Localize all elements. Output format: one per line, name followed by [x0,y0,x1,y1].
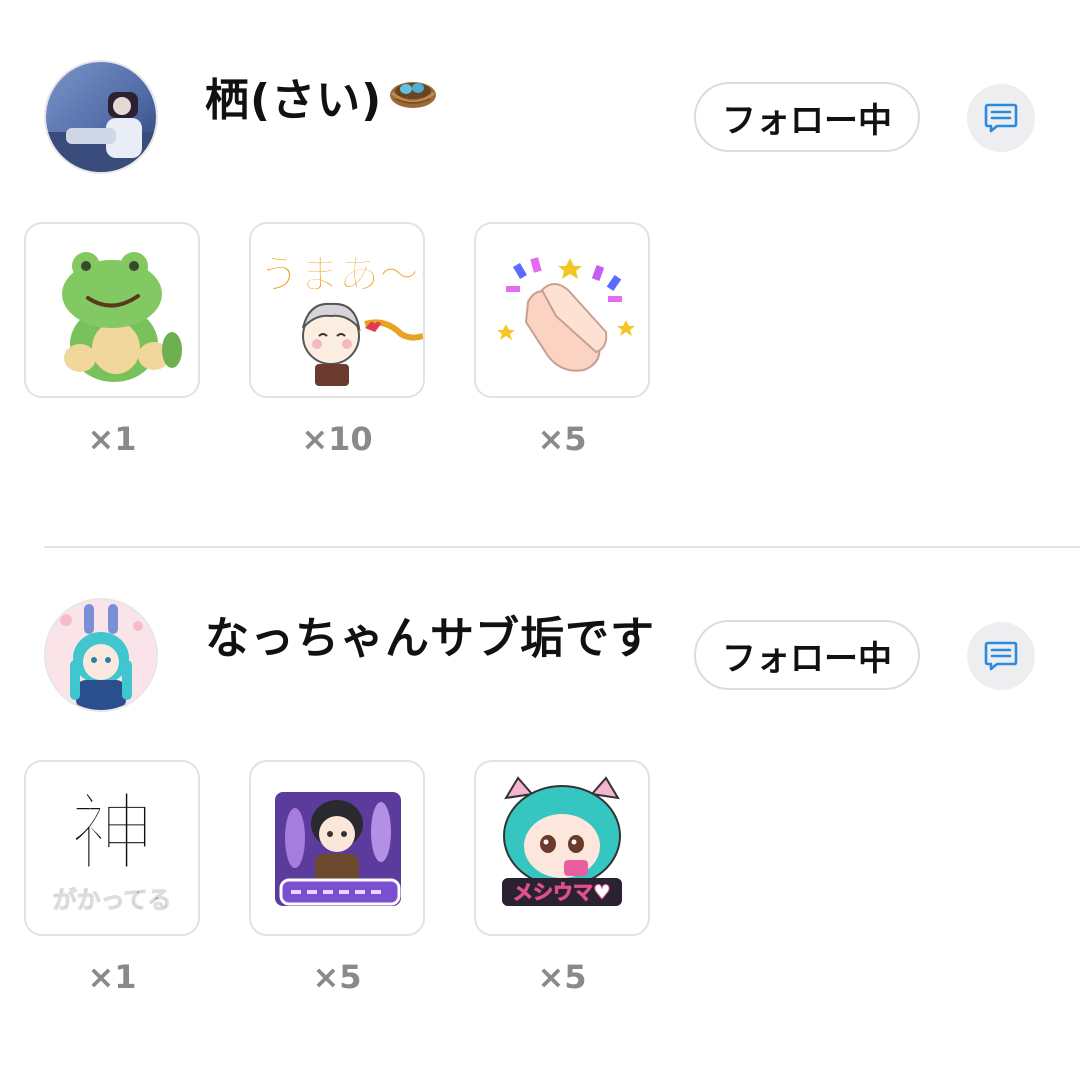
meshiuma-text: メシウマ♥ [513,880,611,904]
user-row: なっちゃんサブ垢です フォロー中 神 がかってる ×1 ×5 メシウマ♥ ×5 [0,538,1080,1078]
username[interactable]: なっちゃんサブ垢です [205,602,655,666]
message-icon [984,641,1018,671]
following-button[interactable]: フォロー中 [694,82,920,152]
message-button[interactable] [967,84,1035,152]
kami-kanji-sticker-icon: 神 がかってる [52,782,172,915]
user-row: 栖(さい) フォロー中 ×1 うまあ〜 ×10 ×5 [0,0,1080,540]
username-text: 栖(さい) [205,75,383,126]
gift-sticker-umaa[interactable]: うまあ〜〜 [249,222,425,398]
gift-sticker-kami[interactable]: 神 がかってる [24,760,200,936]
wisteria-chibi-sticker-icon [271,788,405,910]
gift-count: ×5 [537,420,587,458]
kami-text: 神 [70,783,154,882]
meshiuma-chibi-sticker-icon: メシウマ♥ [502,776,622,906]
username[interactable]: 栖(さい) [205,64,438,128]
message-button[interactable] [967,622,1035,690]
frog-plush-sticker-icon [62,252,182,382]
umaa-chibi-sticker-icon: うまあ〜〜 [259,252,423,386]
kami-sub-text: がかってる [53,886,172,914]
gift-sticker-frog[interactable] [24,222,200,398]
following-button[interactable]: フォロー中 [694,620,920,690]
message-icon [984,103,1018,133]
username-text: なっちゃんサブ垢です [205,613,655,664]
user-avatar[interactable] [46,62,156,172]
umaa-text: うまあ〜〜 [259,252,423,298]
gift-count: ×10 [301,420,373,458]
gift-sticker-wisteria[interactable] [249,760,425,936]
gift-count: ×5 [537,958,587,996]
gift-sticker-clap[interactable] [474,222,650,398]
gift-count: ×1 [87,958,137,996]
gift-count: ×5 [312,958,362,996]
gift-count: ×1 [87,420,137,458]
clapping-hands-sticker-icon [497,257,635,372]
nest-emoji-icon [388,71,438,122]
gift-sticker-meshiuma[interactable]: メシウマ♥ [474,760,650,936]
user-avatar[interactable] [46,600,156,710]
